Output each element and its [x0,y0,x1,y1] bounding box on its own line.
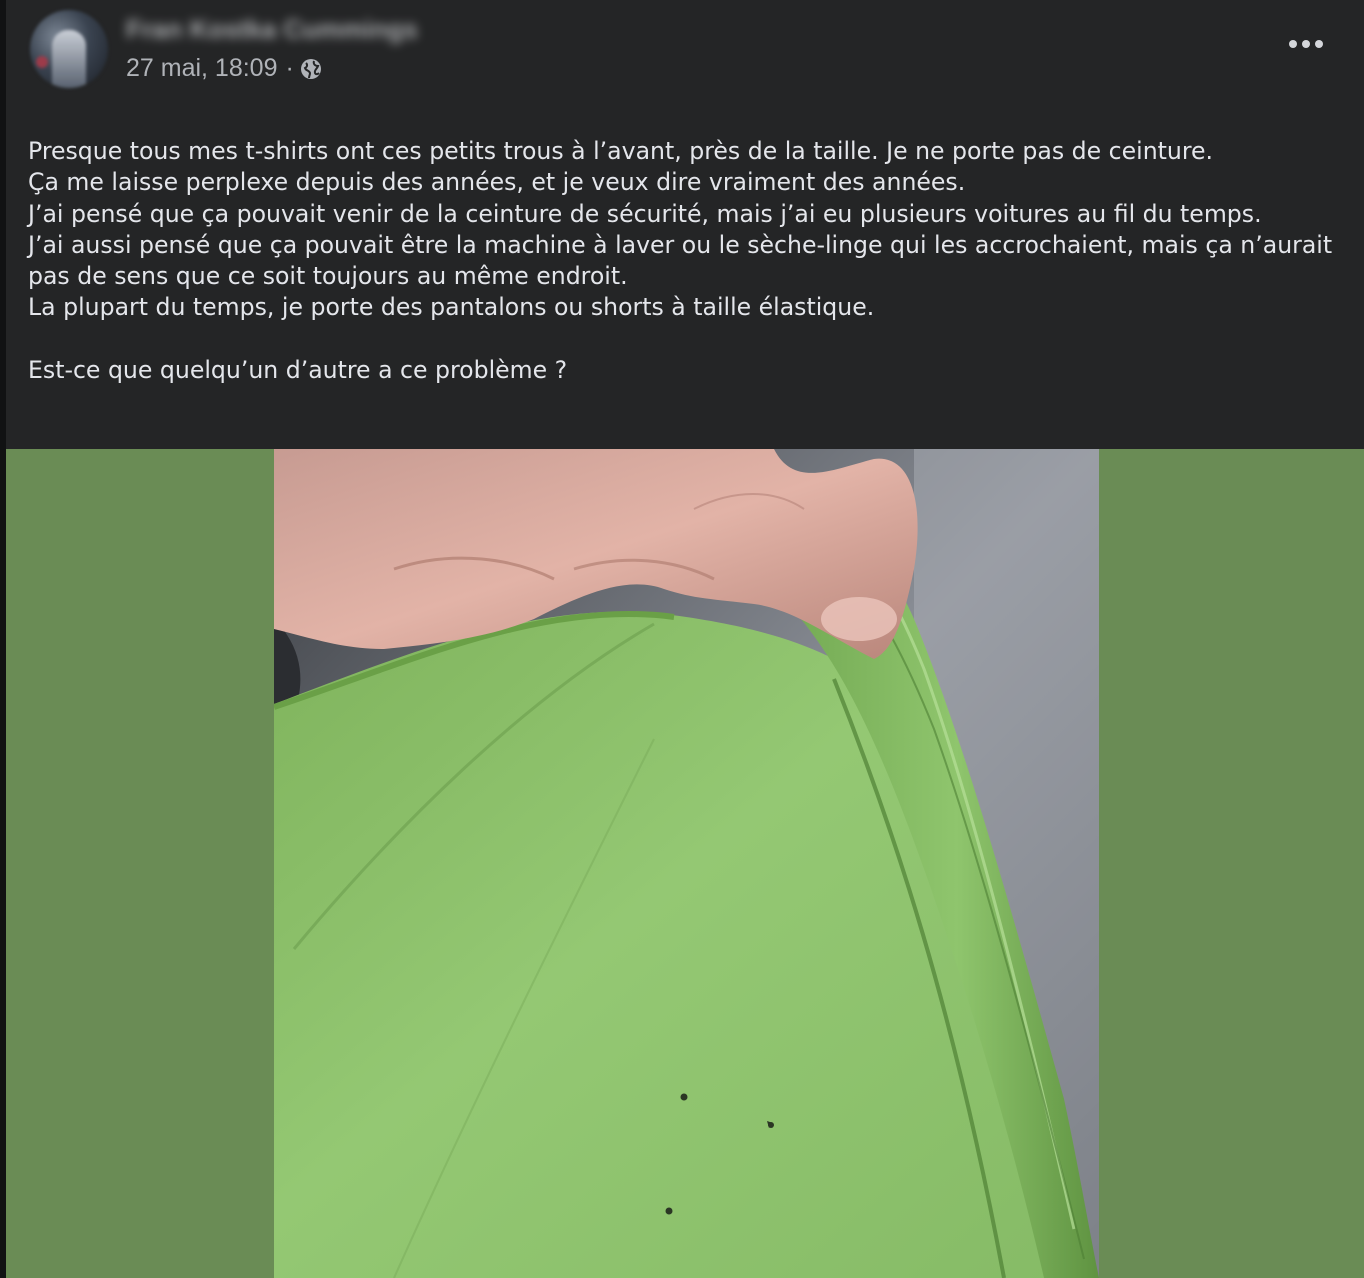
post-body-text: Presque tous mes t-shirts ont ces petits… [28,136,1348,386]
post-media [6,449,1364,1278]
post-paragraph: La plupart du temps, je porte des pantal… [28,293,875,322]
meta-separator: · [285,54,294,82]
avatar-accent [36,56,48,68]
post-paragraph: J’ai aussi pensé que ça pouvait être la … [28,230,1333,291]
post-header: Fran Kostka Cummings 27 mai, 18:09 · [6,0,1364,100]
globe-icon[interactable] [300,58,322,80]
post-timestamp[interactable]: 27 mai, 18:09 [126,54,278,83]
post-paragraph: Presque tous mes t-shirts ont ces petits… [28,137,1214,165]
post-paragraph: J’ai pensé que ça pouvait venir de la ce… [28,199,1262,228]
post-paragraph: Ça me laisse perplexe depuis des années,… [28,168,966,197]
more-options-icon [1289,40,1323,48]
author-name[interactable]: Fran Kostka Cummings [126,14,418,45]
post-paragraph: Est-ce que quelqu’un d’autre a ce problè… [28,356,568,385]
author-avatar[interactable] [30,10,108,88]
post-card: Fran Kostka Cummings 27 mai, 18:09 · Pre… [6,0,1364,1278]
post-photo[interactable] [274,449,1099,1278]
avatar-figure [52,30,86,88]
more-options-button[interactable] [1286,28,1326,60]
post-meta: 27 mai, 18:09 · [126,54,322,83]
